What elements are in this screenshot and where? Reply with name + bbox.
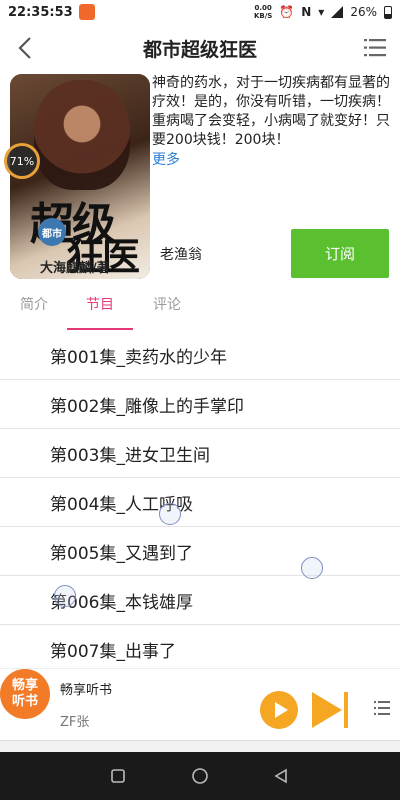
app-logo-line1: 畅享: [11, 678, 38, 693]
status-bar: 22:35:53 0.00 KB/S ⏰ N ▾ 26%: [0, 0, 400, 24]
tab-bar: 简介 节目 评论: [0, 294, 400, 330]
back-arrow-icon[interactable]: [12, 34, 40, 62]
narrator-name[interactable]: 老渔翁: [160, 244, 202, 264]
tab-intro[interactable]: 简介: [20, 294, 48, 324]
more-link[interactable]: 更多: [152, 149, 180, 169]
status-icons: 0.00 KB/S ⏰ N ▾ 26%: [254, 4, 392, 20]
book-description: 神奇的药水，对于一切疾病都有显著的疗效！是的，你没有听错，一切疾病！重病喝了会变…: [152, 75, 390, 148]
player-app-name: 畅享听书: [60, 683, 113, 698]
network-speed: 0.00 KB/S: [254, 4, 272, 20]
list-item[interactable]: 第001集_卖药水的少年: [0, 331, 400, 380]
touch-indicator: [159, 503, 181, 525]
subscribe-button[interactable]: 订阅: [291, 229, 389, 278]
home-circle-icon[interactable]: [191, 768, 209, 786]
back-triangle-icon[interactable]: [273, 768, 289, 784]
listen-progress-badge: 71%: [4, 143, 40, 179]
cover-author: 大海麒麟/著: [40, 261, 110, 276]
app-notification-icon: [78, 4, 95, 20]
active-tab-indicator: [67, 328, 133, 330]
list-item[interactable]: 第003集_进女卫生间: [0, 429, 400, 478]
player-current-track: ZF张: [60, 715, 90, 730]
recents-square-icon[interactable]: [110, 768, 126, 784]
play-button-icon[interactable]: [260, 691, 298, 729]
cover-genre-badge: 都市: [38, 218, 66, 246]
network-speed-value: 0.00: [254, 4, 272, 12]
list-item[interactable]: 第002集_雕像上的手掌印: [0, 380, 400, 429]
clock: 22:35:53: [8, 4, 73, 20]
page-title: 都市超级狂医: [142, 38, 257, 61]
cell-signal-icon: [331, 6, 344, 18]
player-bottom-strip: [0, 740, 400, 752]
episode-list: 第001集_卖药水的少年 第002集_雕像上的手掌印 第003集_进女卫生间 第…: [0, 331, 400, 674]
touch-indicator: [54, 585, 76, 607]
nfc-icon: N: [301, 5, 312, 19]
tab-comments[interactable]: 评论: [153, 294, 181, 324]
tab-episodes[interactable]: 节目: [86, 294, 114, 324]
mini-player: 畅享 听书 畅享听书 ZF张: [0, 668, 400, 742]
app-logo-line2: 听书: [11, 694, 38, 709]
system-nav-bar: [0, 740, 400, 800]
list-item[interactable]: 第007集_出事了: [0, 625, 400, 674]
title-bar: 都市超级狂医: [0, 24, 400, 72]
battery-icon: [384, 5, 392, 19]
app-logo[interactable]: 畅享 听书: [0, 669, 50, 719]
list-item[interactable]: 第005集_又遇到了: [0, 527, 400, 576]
battery-percent: 26%: [350, 5, 377, 19]
network-speed-unit: KB/S: [253, 12, 273, 20]
touch-indicator: [301, 557, 323, 579]
alarm-icon: ⏰: [279, 5, 295, 19]
cover-character-illustration: [34, 80, 130, 190]
list-item[interactable]: 第004集_人工呼吸: [0, 478, 400, 527]
wifi-icon: ▾: [318, 5, 325, 19]
menu-list-icon[interactable]: [364, 38, 386, 58]
playlist-icon[interactable]: [374, 701, 390, 715]
next-track-icon[interactable]: [310, 690, 350, 730]
